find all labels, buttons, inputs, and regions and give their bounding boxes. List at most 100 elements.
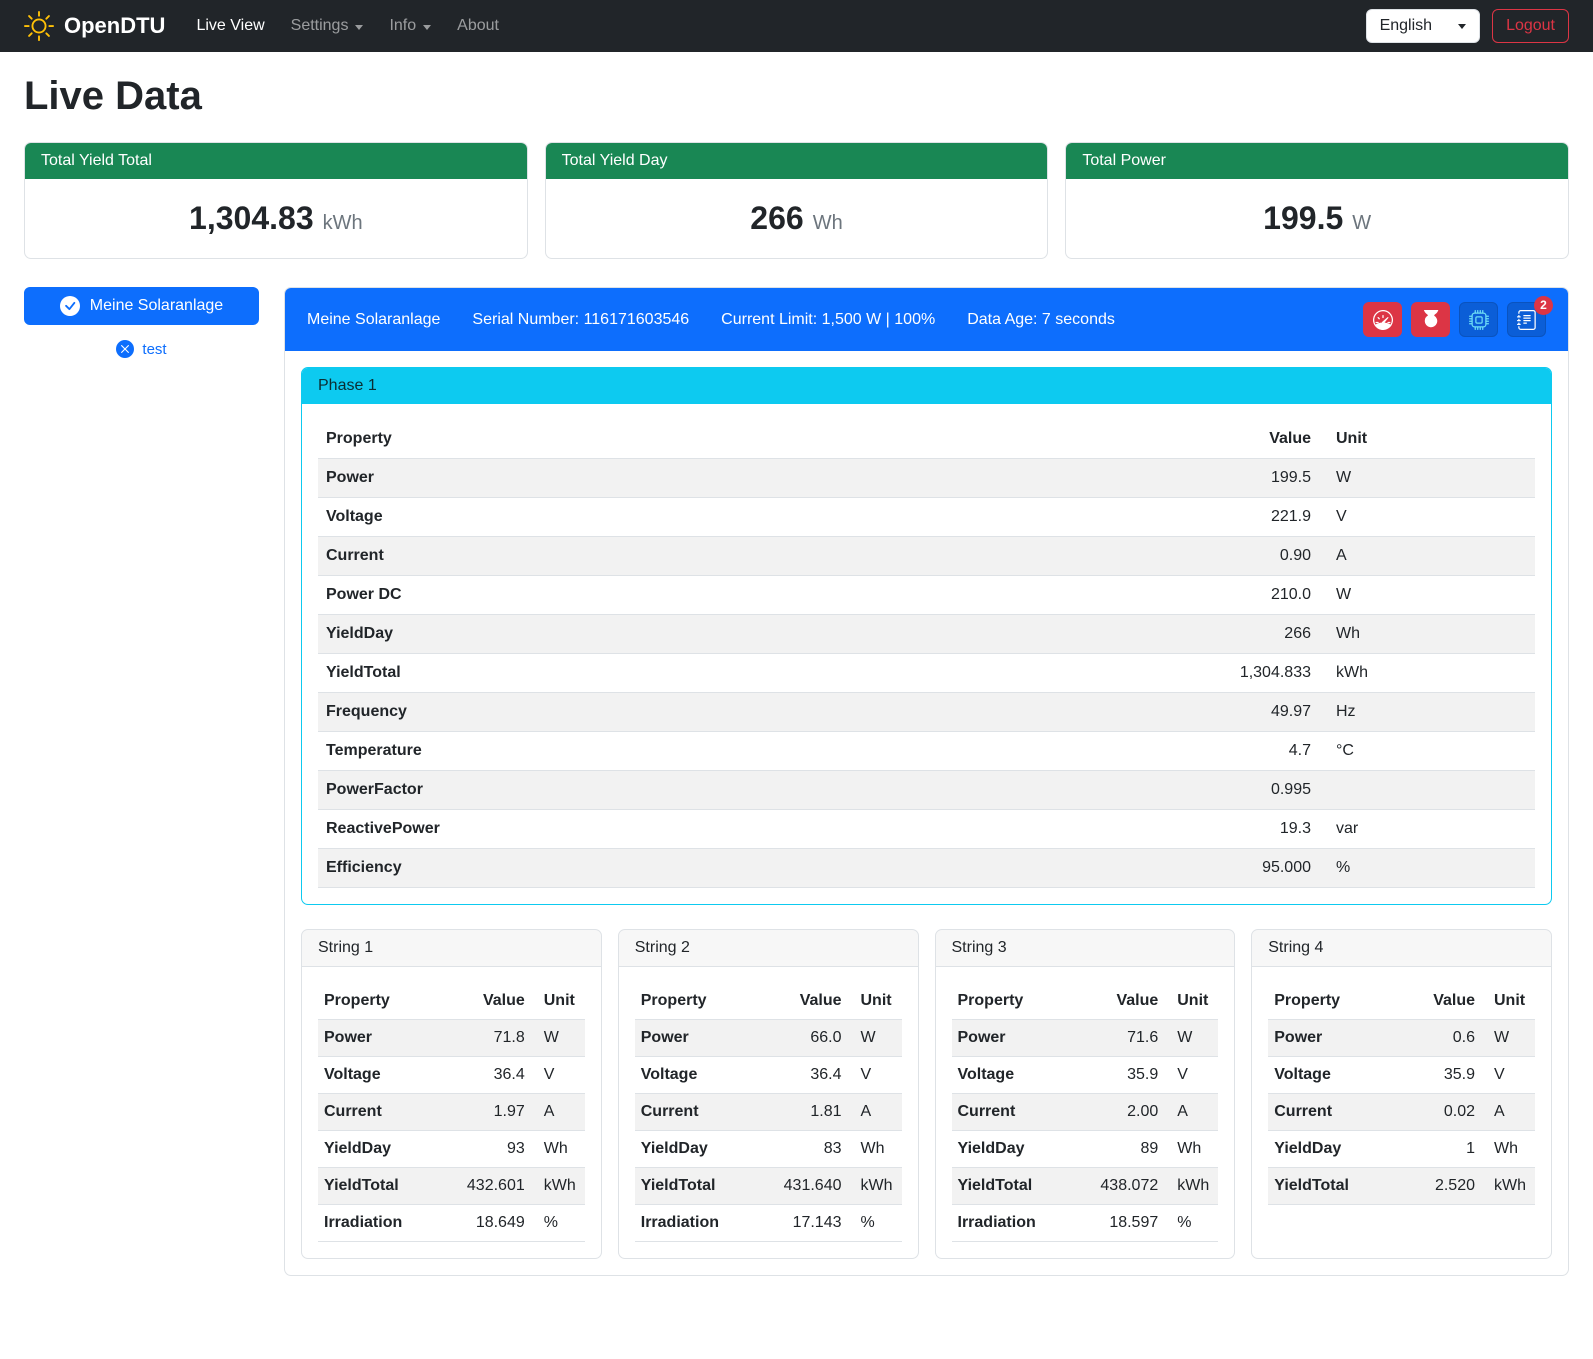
string-card-4: String 4 Property Value Unit <box>1251 929 1552 1259</box>
summary-value: 1,304.83 <box>189 200 314 236</box>
column-header-property: Property <box>1268 983 1399 1020</box>
string-4-table: Property Value Unit Power0.6WVoltage35.9… <box>1268 983 1535 1205</box>
table-row: YieldTotal431.640kWh <box>635 1168 902 1205</box>
property-cell: Efficiency <box>318 849 917 888</box>
property-cell: Current <box>952 1094 1072 1131</box>
table-row: YieldTotal2.520kWh <box>1268 1168 1535 1205</box>
value-cell: 36.4 <box>438 1057 531 1094</box>
string-card-title: String 1 <box>302 930 601 967</box>
unit-cell: Wh <box>1164 1131 1218 1168</box>
event-count-badge: 2 <box>1534 296 1553 315</box>
chevron-down-icon <box>1458 24 1466 29</box>
device-info-button[interactable] <box>1459 302 1498 337</box>
column-header-property: Property <box>318 420 917 459</box>
property-cell: Irradiation <box>318 1205 438 1242</box>
unit-cell: W <box>1164 1020 1218 1057</box>
value-cell: 266 <box>917 615 1319 654</box>
main-container: Live Data Total Yield Total 1,304.83kWh … <box>0 72 1593 1302</box>
value-cell: 0.02 <box>1400 1094 1482 1131</box>
inverter-card-body: Phase 1 Property Value Unit <box>285 351 1568 1275</box>
strings-row: String 1 Property Value Unit <box>301 929 1552 1259</box>
unit-cell: kWh <box>1481 1168 1535 1205</box>
summary-card-body: 199.5W <box>1066 179 1568 258</box>
property-cell: Power <box>952 1020 1072 1057</box>
check-circle-icon <box>60 296 80 316</box>
property-cell: ReactivePower <box>318 810 917 849</box>
nav-live-view[interactable]: Live View <box>183 9 277 43</box>
nav-settings[interactable]: Settings <box>278 9 377 43</box>
property-cell: Power <box>635 1020 755 1057</box>
unit-cell: kWh <box>848 1168 902 1205</box>
unit-cell: % <box>848 1205 902 1242</box>
value-cell: 18.649 <box>438 1205 531 1242</box>
unit-cell: A <box>531 1094 585 1131</box>
nav-info[interactable]: Info <box>376 9 444 43</box>
unit-cell: Wh <box>531 1131 585 1168</box>
table-row: Current0.90A <box>318 537 1535 576</box>
property-cell: Frequency <box>318 693 917 732</box>
table-header-row: Property Value Unit <box>1268 983 1535 1020</box>
property-cell: Current <box>1268 1094 1399 1131</box>
table-header-row: Property Value Unit <box>952 983 1219 1020</box>
dropdown-caret-icon <box>423 25 431 30</box>
string-card-3: String 3 Property Value Unit <box>935 929 1236 1259</box>
table-row: YieldTotal438.072kWh <box>952 1168 1219 1205</box>
navbar: OpenDTU Live View Settings Info About En… <box>0 0 1593 52</box>
phase-table: Property Value Unit Power199.5WVoltage22… <box>318 420 1535 888</box>
unit-cell: A <box>1164 1094 1218 1131</box>
value-cell: 89 <box>1071 1131 1164 1168</box>
phase-table-wrap: Property Value Unit Power199.5WVoltage22… <box>302 404 1551 904</box>
table-row: YieldTotal432.601kWh <box>318 1168 585 1205</box>
unit-cell: W <box>531 1020 585 1057</box>
table-row: Irradiation17.143% <box>635 1205 902 1242</box>
inverter-select-button[interactable]: Meine Solaranlage <box>24 287 259 325</box>
value-cell: 49.97 <box>917 693 1319 732</box>
power-toggle-button[interactable] <box>1411 302 1450 337</box>
property-cell: Voltage <box>635 1057 755 1094</box>
logout-button[interactable]: Logout <box>1492 9 1569 43</box>
property-cell: Voltage <box>1268 1057 1399 1094</box>
value-cell: 18.597 <box>1071 1205 1164 1242</box>
navbar-left: OpenDTU Live View Settings Info About <box>24 9 512 43</box>
inverter-header-buttons: 2 <box>1363 302 1546 337</box>
nav-about[interactable]: About <box>444 9 512 43</box>
language-select[interactable]: English <box>1366 9 1480 43</box>
property-cell: Voltage <box>952 1057 1072 1094</box>
column-header-unit: Unit <box>1481 983 1535 1020</box>
property-cell: Power <box>1268 1020 1399 1057</box>
property-cell: Voltage <box>318 498 917 537</box>
table-row: YieldTotal1,304.833kWh <box>318 654 1535 693</box>
navbar-right: English Logout <box>1366 9 1569 43</box>
column-header-value: Value <box>755 983 848 1020</box>
property-cell: YieldDay <box>1268 1131 1399 1168</box>
limit-settings-button[interactable] <box>1363 302 1402 337</box>
column-header-value: Value <box>438 983 531 1020</box>
value-cell: 0.6 <box>1400 1020 1482 1057</box>
inverter-limit: Current Limit: 1,500 W | 100% <box>721 311 935 329</box>
property-cell: YieldDay <box>318 615 917 654</box>
unit-cell: W <box>1319 459 1535 498</box>
unit-cell <box>1319 771 1535 810</box>
unit-cell: Hz <box>1319 693 1535 732</box>
test-link[interactable]: test <box>24 340 259 358</box>
unit-cell: Wh <box>1319 615 1535 654</box>
string-table-wrap: Property Value Unit Power71.6WVoltage35.… <box>936 967 1235 1258</box>
unit-cell: V <box>1481 1057 1535 1094</box>
string-1-table: Property Value Unit Power71.8WVoltage36.… <box>318 983 585 1242</box>
value-cell: 1.97 <box>438 1094 531 1131</box>
table-row: YieldDay89Wh <box>952 1131 1219 1168</box>
value-cell: 431.640 <box>755 1168 848 1205</box>
brand-link[interactable]: OpenDTU <box>24 11 165 41</box>
value-cell: 93 <box>438 1131 531 1168</box>
property-cell: Current <box>318 537 917 576</box>
value-cell: 199.5 <box>917 459 1319 498</box>
table-row: PowerFactor0.995 <box>318 771 1535 810</box>
value-cell: 2.00 <box>1071 1094 1164 1131</box>
value-cell: 432.601 <box>438 1168 531 1205</box>
property-cell: Current <box>318 1094 438 1131</box>
value-cell: 95.000 <box>917 849 1319 888</box>
event-log-button[interactable]: 2 <box>1507 302 1546 337</box>
unit-cell: Wh <box>1481 1131 1535 1168</box>
page-title: Live Data <box>24 72 1569 120</box>
table-row: YieldDay93Wh <box>318 1131 585 1168</box>
